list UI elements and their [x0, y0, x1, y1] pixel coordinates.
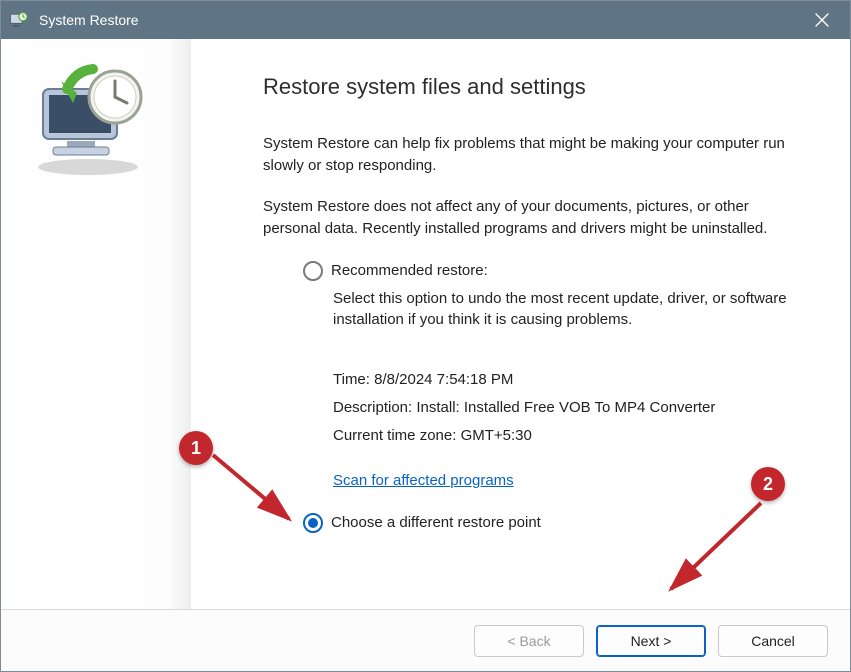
- wizard-footer: < Back Next > Cancel: [1, 609, 850, 671]
- option-recommended[interactable]: Recommended restore:: [303, 260, 802, 282]
- option-recommended-label: Recommended restore:: [331, 260, 488, 282]
- close-button[interactable]: [800, 1, 844, 39]
- page-heading: Restore system files and settings: [263, 71, 802, 103]
- detail-timezone: Current time zone: GMT+5:30: [333, 425, 802, 447]
- radio-recommended[interactable]: [303, 261, 323, 281]
- wizard-content: Restore system files and settings System…: [191, 39, 850, 609]
- intro-para-1: System Restore can help fix problems tha…: [263, 133, 802, 177]
- restore-hero-icon: [23, 59, 153, 179]
- system-restore-window: System Restore: [0, 0, 851, 672]
- window-title: System Restore: [39, 12, 800, 28]
- wizard-sidebar: [1, 39, 191, 609]
- option-recommended-desc: Select this option to undo the most rece…: [303, 288, 802, 332]
- option-choose-different-label: Choose a different restore point: [331, 512, 541, 534]
- back-button[interactable]: < Back: [474, 625, 584, 657]
- scan-affected-programs-link[interactable]: Scan for affected programs: [333, 470, 514, 492]
- options-block: Recommended restore: Select this option …: [263, 260, 802, 534]
- cancel-button[interactable]: Cancel: [718, 625, 828, 657]
- radio-choose-different[interactable]: [303, 513, 323, 533]
- intro-para-2: System Restore does not affect any of yo…: [263, 196, 802, 240]
- titlebar: System Restore: [1, 1, 850, 39]
- next-button[interactable]: Next >: [596, 625, 706, 657]
- option-choose-different[interactable]: Choose a different restore point: [303, 512, 802, 534]
- system-restore-icon: [7, 9, 29, 31]
- detail-description: Description: Install: Installed Free VOB…: [333, 397, 802, 419]
- restore-point-details: Time: 8/8/2024 7:54:18 PM Description: I…: [303, 369, 802, 446]
- detail-time: Time: 8/8/2024 7:54:18 PM: [333, 369, 802, 391]
- dialog-body: Restore system files and settings System…: [1, 39, 850, 609]
